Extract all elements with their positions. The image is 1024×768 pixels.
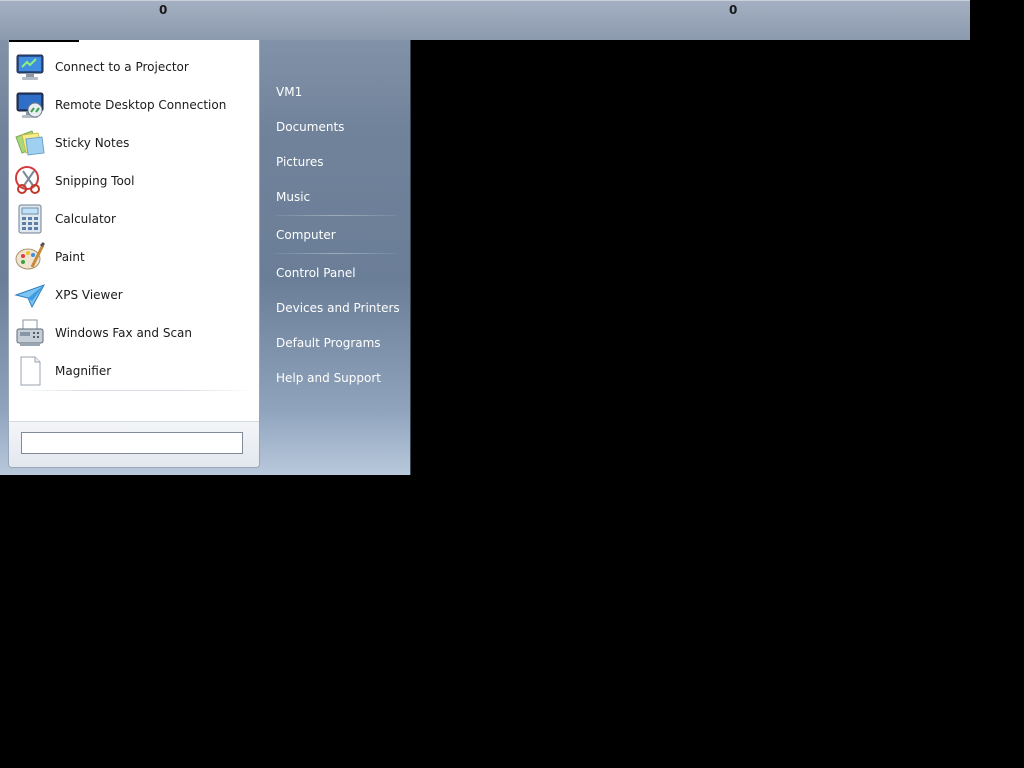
search-area xyxy=(9,421,259,467)
right-menu: VM1 Documents Pictures Music Computer Co… xyxy=(266,74,406,395)
right-item-devices-printers[interactable]: Devices and Printers xyxy=(266,290,406,325)
program-label: Remote Desktop Connection xyxy=(55,98,227,112)
right-separator xyxy=(274,252,398,255)
counter-right: 0 xyxy=(729,3,738,17)
program-magnifier[interactable]: Magnifier xyxy=(9,352,259,390)
paint-palette-icon xyxy=(13,240,47,274)
top-bar: 0 0 xyxy=(0,0,970,40)
sticky-notes-icon xyxy=(13,126,47,160)
calculator-icon xyxy=(13,202,47,236)
program-remote-desktop[interactable]: Remote Desktop Connection xyxy=(9,86,259,124)
programs-separator xyxy=(17,390,253,391)
program-list: Connect to a Projector Remote Desktop Co… xyxy=(9,48,259,390)
right-item-music[interactable]: Music xyxy=(266,179,406,214)
scrolled-item-edge xyxy=(9,40,79,42)
program-calculator[interactable]: Calculator xyxy=(9,200,259,238)
remote-desktop-icon xyxy=(13,88,47,122)
right-item-computer[interactable]: Computer xyxy=(266,217,406,252)
paper-plane-icon xyxy=(13,278,47,312)
program-label: XPS Viewer xyxy=(55,288,123,302)
program-label: Connect to a Projector xyxy=(55,60,189,74)
program-label: Calculator xyxy=(55,212,116,226)
program-label: Sticky Notes xyxy=(55,136,130,150)
program-label: Paint xyxy=(55,250,85,264)
start-menu: Connect to a Projector Remote Desktop Co… xyxy=(0,40,411,475)
projector-icon xyxy=(13,50,47,84)
programs-panel: Connect to a Projector Remote Desktop Co… xyxy=(8,40,260,468)
right-item-pictures[interactable]: Pictures xyxy=(266,144,406,179)
search-input[interactable] xyxy=(21,432,243,454)
program-sticky-notes[interactable]: Sticky Notes xyxy=(9,124,259,162)
program-fax-scan[interactable]: Windows Fax and Scan xyxy=(9,314,259,352)
program-paint[interactable]: Paint xyxy=(9,238,259,276)
right-item-help-support[interactable]: Help and Support xyxy=(266,360,406,395)
program-label: Windows Fax and Scan xyxy=(55,326,193,340)
fax-icon xyxy=(13,316,47,350)
right-item-documents[interactable]: Documents xyxy=(266,109,406,144)
program-label: Magnifier xyxy=(55,364,112,378)
program-label: Snipping Tool xyxy=(55,174,135,188)
counter-left: 0 xyxy=(159,3,168,17)
program-connect-projector[interactable]: Connect to a Projector xyxy=(9,48,259,86)
blank-document-icon xyxy=(13,354,47,388)
right-item-user[interactable]: VM1 xyxy=(266,74,406,109)
scissors-icon xyxy=(13,164,47,198)
program-snipping-tool[interactable]: Snipping Tool xyxy=(9,162,259,200)
right-item-control-panel[interactable]: Control Panel xyxy=(266,255,406,290)
right-separator xyxy=(274,214,398,217)
right-item-default-programs[interactable]: Default Programs xyxy=(266,325,406,360)
program-xps-viewer[interactable]: XPS Viewer xyxy=(9,276,259,314)
